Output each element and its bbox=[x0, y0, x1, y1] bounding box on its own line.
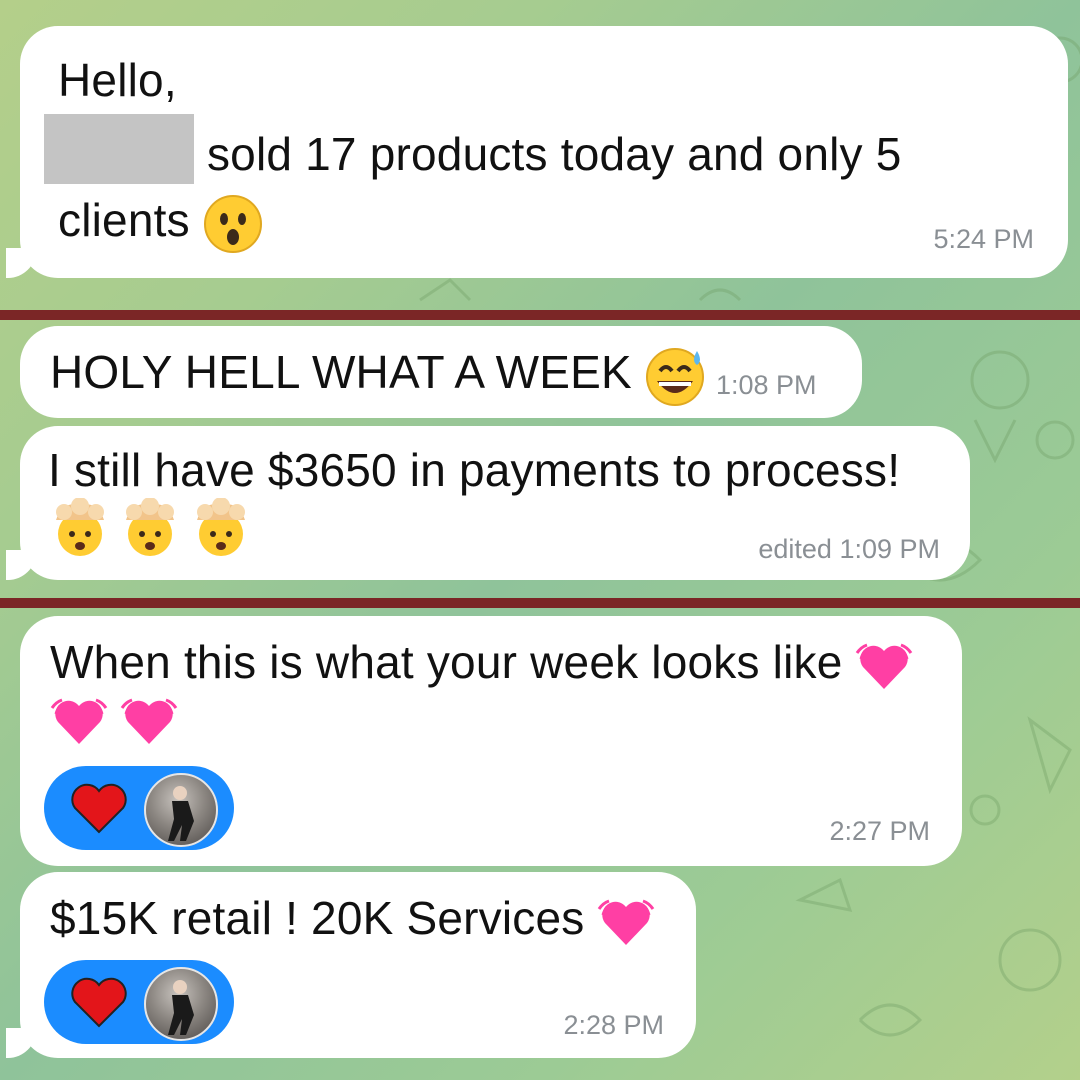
avatar[interactable] bbox=[144, 967, 218, 1041]
emoji-row bbox=[50, 692, 178, 750]
exploding-head-icon bbox=[196, 498, 245, 556]
beating-heart-icon bbox=[121, 698, 178, 744]
message-text-line: HOLY HELL WHAT A WEEK bbox=[50, 338, 707, 407]
divider bbox=[0, 310, 1080, 320]
message-text-line: Hello, bbox=[58, 54, 177, 106]
message-text-line: sold 17 products today and only 5 bbox=[44, 114, 902, 188]
message-bubble[interactable]: $15K retail ! 20K Services 2:28 PM bbox=[6, 872, 696, 1058]
divider bbox=[0, 598, 1080, 608]
message-text: clients bbox=[58, 194, 190, 246]
message-bubble[interactable]: When this is what your week looks like 2… bbox=[20, 616, 962, 866]
message-text-line: When this is what your week looks like bbox=[50, 628, 913, 696]
redacted-name bbox=[44, 114, 194, 184]
message-timestamp: 1:08 PM bbox=[716, 370, 817, 400]
message-timestamp: 5:24 PM bbox=[933, 224, 1034, 254]
exploding-head-icon bbox=[56, 498, 104, 556]
reaction-pill[interactable] bbox=[44, 766, 234, 850]
message-text: sold 17 products today and only 5 bbox=[206, 128, 902, 180]
message-text: HOLY HELL WHAT A WEEK bbox=[50, 346, 632, 398]
avatar[interactable] bbox=[144, 773, 218, 847]
message-bubble[interactable]: Hello, sold 17 products today and only 5… bbox=[6, 26, 1068, 278]
message-text: $15K retail ! 20K Services bbox=[50, 892, 585, 944]
red-heart-icon bbox=[71, 783, 127, 834]
message-bubble[interactable]: I still have $3650 in payments to proces… bbox=[6, 426, 970, 580]
exploding-head-icon bbox=[126, 498, 175, 556]
message-text-line: $15K retail ! 20K Services bbox=[50, 884, 655, 952]
emoji-row bbox=[50, 498, 251, 558]
beating-heart-icon bbox=[50, 698, 108, 744]
beating-heart-icon bbox=[598, 899, 655, 945]
red-heart-icon bbox=[71, 977, 127, 1028]
message-timestamp: 2:28 PM bbox=[563, 1010, 664, 1040]
message-timestamp: edited 1:09 PM bbox=[758, 534, 940, 564]
reaction-pill[interactable] bbox=[44, 960, 234, 1044]
grinning-face-with-sweat-icon bbox=[645, 347, 704, 406]
message-timestamp: 2:27 PM bbox=[829, 816, 930, 846]
astonished-face-icon bbox=[203, 194, 262, 253]
beating-heart-icon bbox=[856, 643, 913, 689]
message-text: I still have $3650 in payments to proces… bbox=[48, 444, 901, 496]
message-bubble[interactable]: HOLY HELL WHAT A WEEK 1:08 PM bbox=[20, 326, 862, 418]
message-text: When this is what your week looks like bbox=[50, 636, 843, 688]
message-text-line: clients bbox=[58, 186, 263, 254]
